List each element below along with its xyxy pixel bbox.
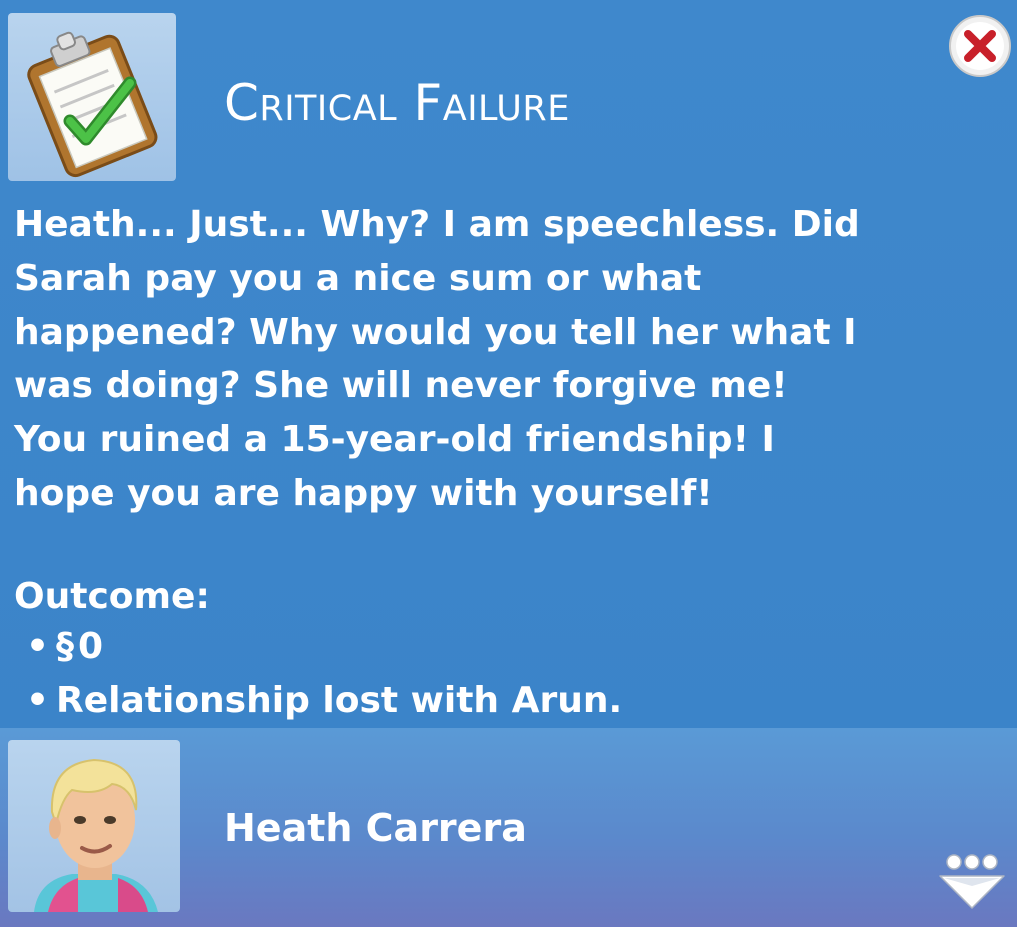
message-line: Sarah pay you a nice sum or what [14,257,702,299]
outcome-label: Outcome: [14,576,210,617]
outcome-item-relationship: • Relationship lost with Arun. [26,674,622,728]
dialog-title: Critical Failure [224,74,570,132]
close-button[interactable] [948,14,1012,78]
simoleon-icon: § [56,626,74,667]
message-line: You ruined a 15-year-old friendship! I [14,419,775,461]
bullet: • [26,626,50,667]
sim-portrait [34,758,158,912]
message-line: happened? Why would you tell her what I [14,311,857,353]
close-icon [949,15,1011,77]
outcome-item-money: • § 0 [26,620,103,674]
outcome-text: 0 [78,626,104,667]
bullet: • [26,680,50,721]
message-line: was doing? She will never forgive me! [14,365,788,407]
sim-name: Heath Carrera [224,806,527,850]
notification-dialog: Critical Failure Heath... Just... Why? I… [0,0,1017,927]
outcome-text: Relationship lost with Arun. [56,680,623,721]
avatar[interactable] [8,740,180,912]
message-line: Heath... Just... Why? I am speechless. D… [14,204,860,245]
clipboard-check-icon [8,13,176,181]
message-line: hope you are happy with yourself! [14,472,713,514]
more-options-icon [939,854,1005,909]
dialog-message: Heath... Just... Why? I am speechless. D… [14,198,954,521]
sim-footer: Heath Carrera [0,728,1017,927]
more-options-button[interactable] [936,850,1008,914]
